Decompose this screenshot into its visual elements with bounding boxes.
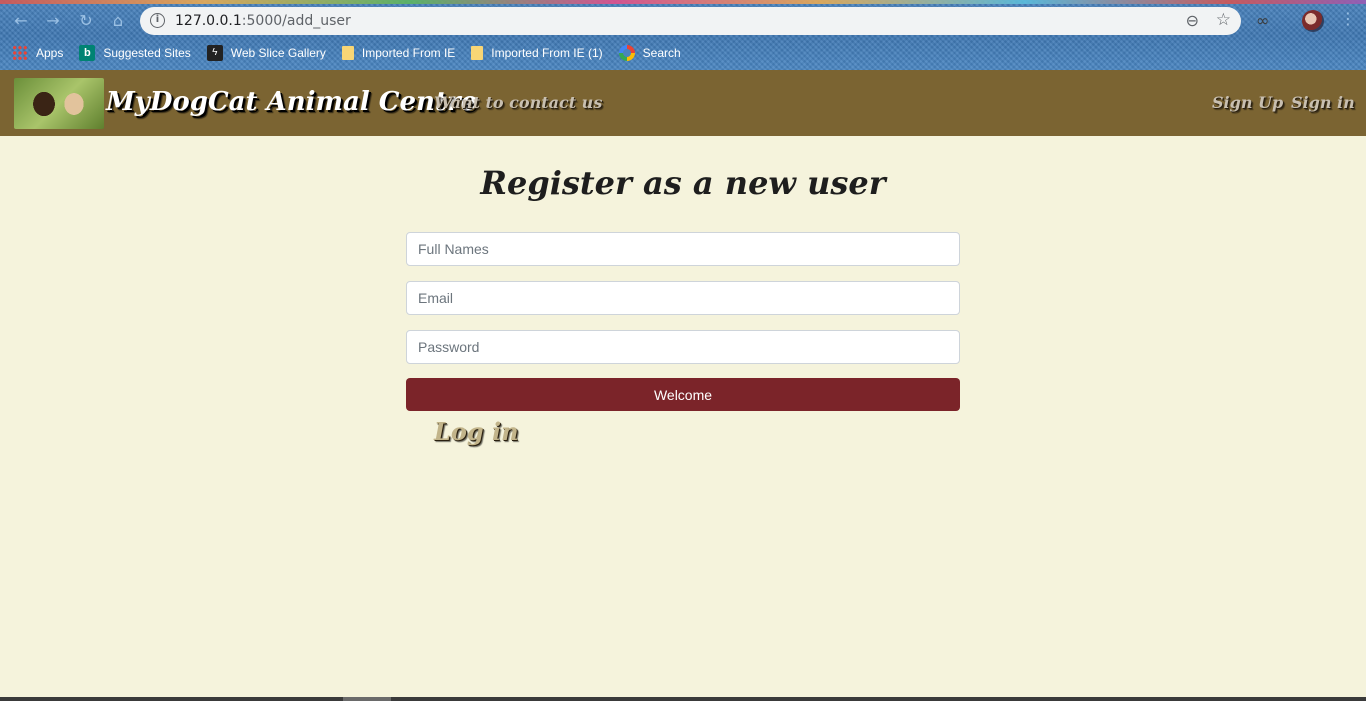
bookmarks-bar: Apps b Suggested Sites ϟ Web Slice Galle… — [12, 43, 697, 63]
taskbar-edge — [0, 697, 1366, 701]
bookmark-imported-from-ie-1[interactable]: Imported From IE (1) — [471, 46, 603, 60]
forward-icon[interactable]: → — [42, 10, 64, 32]
back-icon[interactable]: ← — [10, 10, 32, 32]
bookmark-label: Web Slice Gallery — [230, 46, 326, 60]
bookmark-label: Imported From IE — [361, 46, 456, 60]
nav-signin-link[interactable]: Sign in — [1291, 93, 1355, 112]
welcome-submit-button[interactable]: Welcome — [406, 378, 960, 411]
bookmark-suggested-sites[interactable]: b Suggested Sites — [79, 45, 191, 61]
folder-icon — [471, 46, 484, 60]
profile-avatar[interactable] — [1302, 10, 1324, 32]
url-text[interactable]: 127.0.0.1:5000/add_user — [175, 13, 351, 29]
login-link[interactable]: Log in — [434, 417, 519, 446]
tab-strip — [0, 0, 1366, 4]
bing-icon: b — [79, 45, 96, 61]
logo-image[interactable] — [14, 78, 104, 129]
star-icon[interactable]: ☆ — [1216, 10, 1231, 30]
password-input[interactable] — [406, 330, 960, 364]
email-input[interactable] — [406, 281, 960, 315]
bookmark-imported-from-ie[interactable]: Imported From IE — [341, 46, 456, 60]
bookmark-search[interactable]: Search — [618, 45, 681, 61]
apps-icon — [12, 45, 28, 61]
register-form — [406, 232, 960, 379]
url-host: 127.0.0.1 — [175, 13, 242, 29]
menu-icon[interactable]: ⋮ — [1340, 9, 1356, 28]
browser-chrome: ← → ↻ ⌂ i 127.0.0.1:5000/add_user ⊖ ☆ ∞ … — [0, 0, 1366, 70]
nav-signup-link[interactable]: Sign Up — [1212, 93, 1283, 112]
bookmark-apps[interactable]: Apps — [12, 45, 63, 61]
nav-contact-link[interactable]: Want to contact us — [434, 93, 602, 112]
extension-icon[interactable]: ∞ — [1256, 11, 1269, 30]
info-icon[interactable]: i — [150, 13, 165, 28]
bookmark-label: Search — [642, 46, 681, 60]
zoom-icon[interactable]: ⊖ — [1186, 11, 1199, 30]
bookmark-web-slice-gallery[interactable]: ϟ Web Slice Gallery — [206, 45, 326, 61]
site-header: MyDogCat Animal Centre Want to contact u… — [0, 70, 1366, 136]
bookmark-label: Imported From IE (1) — [491, 46, 603, 60]
home-icon[interactable]: ⌂ — [107, 10, 129, 32]
reload-icon[interactable]: ↻ — [75, 10, 97, 32]
address-bar[interactable]: i 127.0.0.1:5000/add_user ⊖ ☆ — [140, 7, 1241, 35]
search-icon — [618, 45, 635, 61]
full-names-input[interactable] — [406, 232, 960, 266]
web-slice-icon: ϟ — [206, 45, 223, 61]
bookmark-label: Suggested Sites — [103, 46, 191, 60]
page-title: Register as a new user — [480, 164, 886, 202]
url-path: :5000/add_user — [241, 13, 351, 29]
taskbar-thumb — [343, 697, 391, 701]
folder-icon — [341, 46, 354, 60]
brand-title[interactable]: MyDogCat Animal Centre — [106, 87, 477, 117]
bookmark-label: Apps — [36, 46, 64, 60]
